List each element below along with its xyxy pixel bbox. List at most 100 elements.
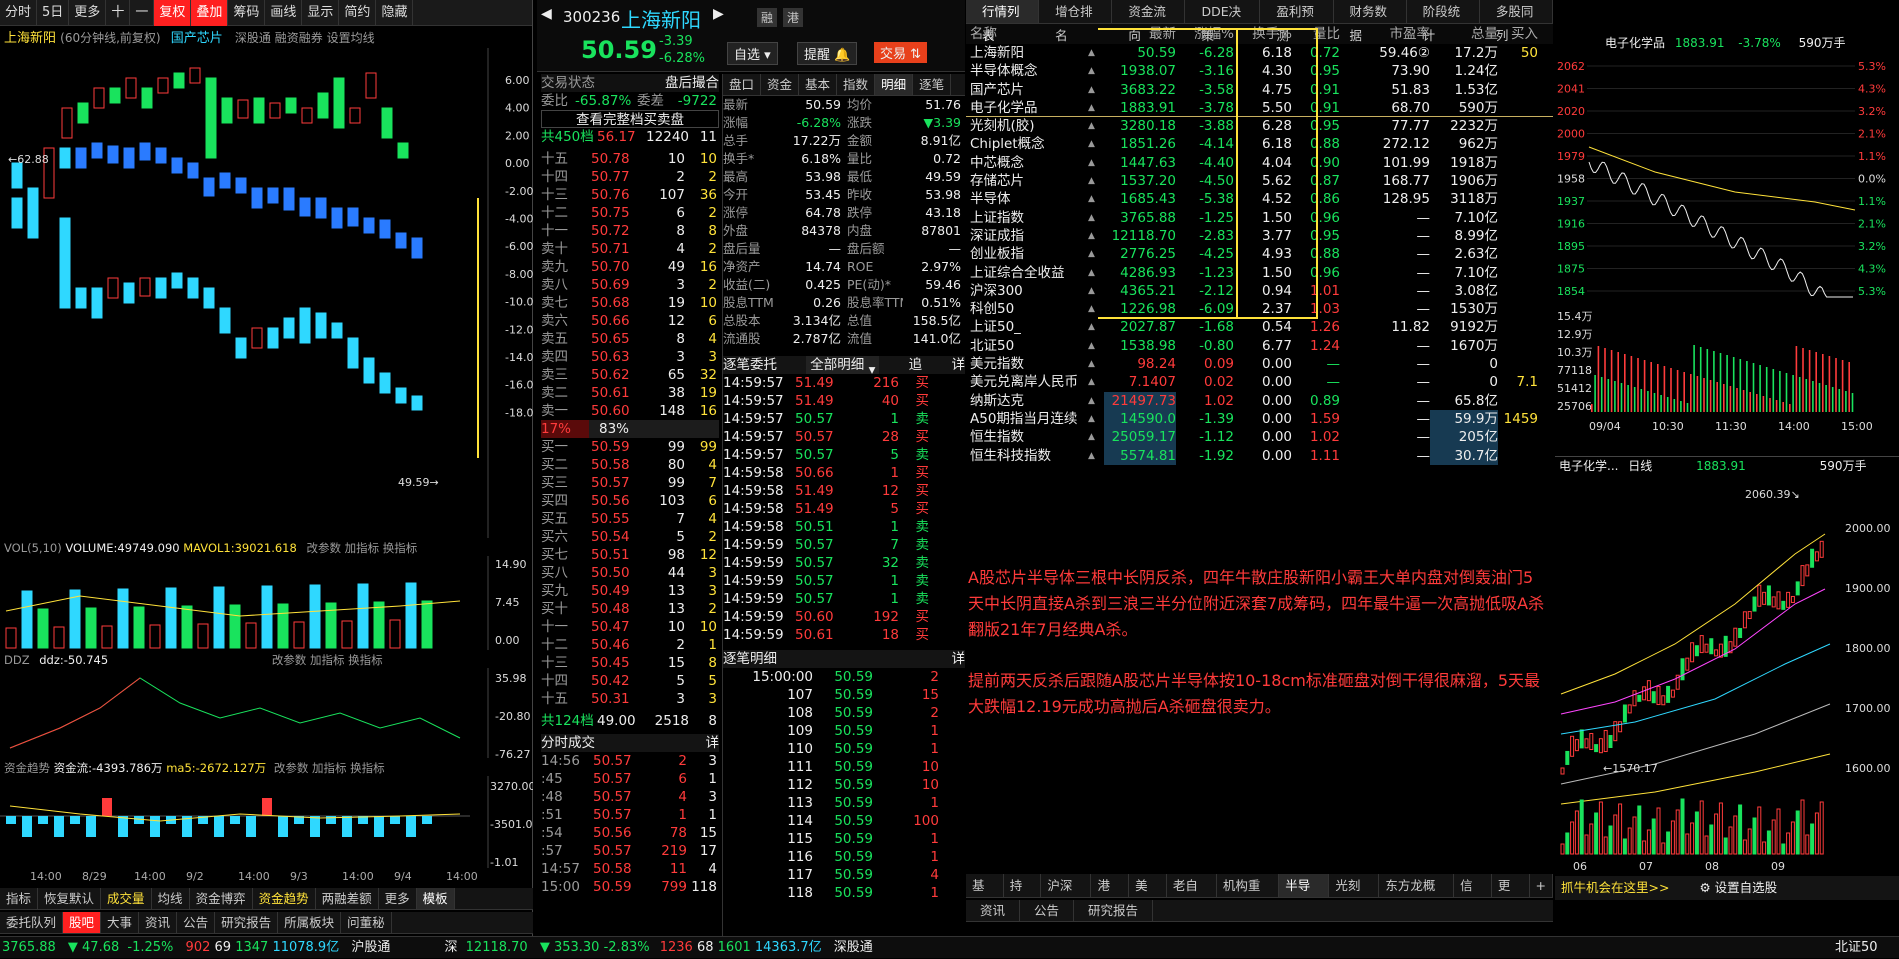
- column-header[interactable]: 总量: [1430, 24, 1498, 44]
- toolbar-tab[interactable]: 隐藏: [376, 0, 414, 26]
- indicator-link[interactable]: 换指标: [383, 541, 418, 555]
- watchlist-tab[interactable]: 更多: [1492, 874, 1530, 917]
- column-header[interactable]: 买入: [1498, 24, 1538, 44]
- watchlist-tab[interactable]: 信息: [1454, 874, 1492, 917]
- fund-links[interactable]: 改参数 加指标 换指标: [274, 761, 385, 775]
- bid-row[interactable]: 买一 50.59 99 99: [541, 438, 719, 456]
- watchlist-tab[interactable]: 美股: [1129, 874, 1167, 917]
- alert-button[interactable]: 提醒 🔔: [797, 42, 858, 65]
- toolbar-tab[interactable]: 叠加: [191, 0, 229, 26]
- table-row[interactable]: 恒生科技指数 ▲ 5574.81 -1.92 0.00 1.11 —30.7亿: [966, 446, 1553, 465]
- bid-row[interactable]: 买四 50.56 103 6: [541, 492, 719, 510]
- watchlist-tab[interactable]: 沪深京: [1041, 874, 1092, 917]
- indicator-tab[interactable]: 指标: [0, 888, 39, 909]
- info-tab[interactable]: 公告: [177, 912, 216, 933]
- toolbar-tab[interactable]: 复权: [154, 0, 192, 26]
- indicator-link[interactable]: 换指标: [348, 653, 383, 667]
- indicator-tab[interactable]: 资金趋势: [253, 888, 316, 909]
- zhubimx-detail-button[interactable]: 详: [952, 650, 966, 668]
- toolbar-tab[interactable]: 画线: [265, 0, 303, 26]
- header-links[interactable]: 深股通 融资融券 设置均线: [235, 31, 375, 45]
- info-tab[interactable]: 大事: [101, 912, 140, 933]
- ask-row[interactable]: 卖一 50.60 148 16: [541, 402, 719, 420]
- quote-tab[interactable]: 明细: [875, 74, 914, 95]
- list-tab[interactable]: 行情列表: [966, 0, 1040, 43]
- watchlist-tab[interactable]: 机构重仓: [1217, 874, 1280, 917]
- indicator-link[interactable]: 加指标: [312, 761, 350, 775]
- news-tab[interactable]: 资讯: [966, 900, 1021, 921]
- indicator-link[interactable]: 换指标: [350, 761, 385, 775]
- info-tab[interactable]: 问董秘: [341, 912, 392, 933]
- toolbar-tab[interactable]: 一: [130, 0, 155, 26]
- intraday-chart[interactable]: 2062 2041 2020 2000 1979 1958 1937 1916 1895 1875…: [1555, 52, 1899, 450]
- fenshi-detail-button[interactable]: 详: [706, 734, 720, 752]
- column-header[interactable]: 市盈率: [1340, 24, 1431, 44]
- watchlist-tab[interactable]: 持仓: [1004, 874, 1042, 917]
- news-tab[interactable]: 研究报告: [1074, 900, 1154, 921]
- header-link[interactable]: 融资融券: [275, 31, 327, 45]
- watchlist-button[interactable]: 自选 ▾: [727, 42, 778, 65]
- watchlist-tab[interactable]: 光刻胶: [1329, 874, 1380, 917]
- indicator-tab[interactable]: 成交量: [101, 888, 152, 909]
- header-link[interactable]: 深股通: [235, 31, 275, 45]
- bid-row[interactable]: 买三 50.57 99 7: [541, 474, 719, 492]
- bid-row[interactable]: 十四 50.42 5 5: [541, 672, 719, 690]
- promo-link[interactable]: 抓牛机会在这里>>: [1561, 880, 1669, 895]
- bid-row[interactable]: 买九 50.49 13 3: [541, 582, 719, 600]
- quote-tab[interactable]: 逐笔: [913, 74, 952, 95]
- list-tab[interactable]: DDE决策: [1185, 0, 1261, 43]
- bid-row[interactable]: 买六 50.54 5 2: [541, 528, 719, 546]
- bid-row[interactable]: 买七 50.51 98 12: [541, 546, 719, 564]
- indicator-tab[interactable]: 资金博弈: [190, 888, 253, 909]
- ask-row[interactable]: 十四 50.77 2 2: [541, 168, 719, 186]
- ask-row[interactable]: 卖七 50.68 19 10: [541, 294, 719, 312]
- indicator-tab[interactable]: 恢复默认: [38, 888, 102, 909]
- indicator-link[interactable]: 加指标: [310, 653, 348, 667]
- toolbar-tab[interactable]: 更多: [69, 0, 107, 26]
- quote-tab[interactable]: 盘口: [723, 74, 762, 95]
- indicator-tab[interactable]: 模板: [416, 888, 455, 909]
- indicator-link[interactable]: 加指标: [345, 541, 383, 555]
- table-row[interactable]: 美元指数 ▲ 98.24 0.09 0.00 — — 0: [966, 355, 1553, 373]
- watchlist-tab[interactable]: 老自选: [1167, 874, 1217, 917]
- table-row[interactable]: 美元兑离岸人民币 ▲ 7.1407 0.02 0.00 — — 0 7.1: [966, 373, 1553, 391]
- ask-row[interactable]: 卖六 50.66 12 6: [541, 312, 719, 330]
- watchlist-tab[interactable]: 东方龙概念: [1379, 874, 1455, 917]
- prev-stock-arrow[interactable]: ◀: [541, 6, 552, 22]
- daily-chart[interactable]: 2000.00 1900.00 1800.00 1700.00 1600.00 2060.…: [1555, 474, 1899, 874]
- table-row[interactable]: 北证50 ▲ 1538.98 -0.80 6.77 1.24 — 1670万: [966, 337, 1553, 355]
- bid-row[interactable]: 十五 50.31 3 3: [541, 690, 719, 708]
- bid-row[interactable]: 买二 50.58 80 4: [541, 456, 719, 474]
- full-depth-link[interactable]: 查看完整档买卖盘: [541, 110, 719, 128]
- ask-row[interactable]: 十三 50.76 107 36: [541, 186, 719, 204]
- list-tab[interactable]: 增仓排名: [1039, 0, 1113, 43]
- toolbar-tab[interactable]: 简约: [339, 0, 377, 26]
- quote-tab[interactable]: 指数: [837, 74, 876, 95]
- list-tab[interactable]: 财务数据: [1334, 0, 1407, 43]
- ask-row[interactable]: 卖八 50.69 3 2: [541, 276, 719, 294]
- settings-watchlist[interactable]: ⚙ 设置自选股: [1699, 880, 1777, 895]
- table-row[interactable]: 上证50_ ▲ 2027.87 -1.68 0.54 1.26 11.82 9192万: [966, 318, 1553, 336]
- zhubi-chase-button[interactable]: 追: [909, 356, 923, 374]
- next-stock-arrow[interactable]: ▶: [713, 6, 724, 22]
- ask-row[interactable]: 卖五 50.65 8 4: [541, 330, 719, 348]
- watchlist-tab[interactable]: 半导体: [1279, 874, 1330, 917]
- bid-row[interactable]: 十一 50.47 10 10: [541, 618, 719, 636]
- info-tab[interactable]: 资讯: [139, 912, 178, 933]
- indicator-tab[interactable]: 均线: [152, 888, 190, 909]
- zhubi-detail-button[interactable]: 详: [951, 356, 965, 374]
- indicator-link[interactable]: 改参数: [272, 653, 310, 667]
- vol-links[interactable]: 改参数 加指标 换指标: [306, 541, 417, 555]
- bid-row[interactable]: 买八 50.50 44 3: [541, 564, 719, 582]
- toolbar-tab[interactable]: 显示: [302, 0, 340, 26]
- indicator-link[interactable]: 改参数: [274, 761, 312, 775]
- ask-row[interactable]: 十一 50.72 8 8: [541, 222, 719, 240]
- list-tab[interactable]: 盈利预测: [1260, 0, 1334, 43]
- bid-row[interactable]: 十三 50.45 15 8: [541, 654, 719, 672]
- bid-row[interactable]: 买十 50.48 13 2: [541, 600, 719, 618]
- quote-tab[interactable]: 基本: [799, 74, 838, 95]
- table-row[interactable]: A50期指当月连续 ▲ 14590.0 -1.39 0.00 1.59 —59.9万 1459: [966, 409, 1553, 429]
- info-tab[interactable]: 所属板块: [278, 912, 342, 933]
- ask-row[interactable]: 卖三 50.62 65 32: [541, 366, 719, 384]
- list-tab[interactable]: 资金流向: [1112, 0, 1186, 43]
